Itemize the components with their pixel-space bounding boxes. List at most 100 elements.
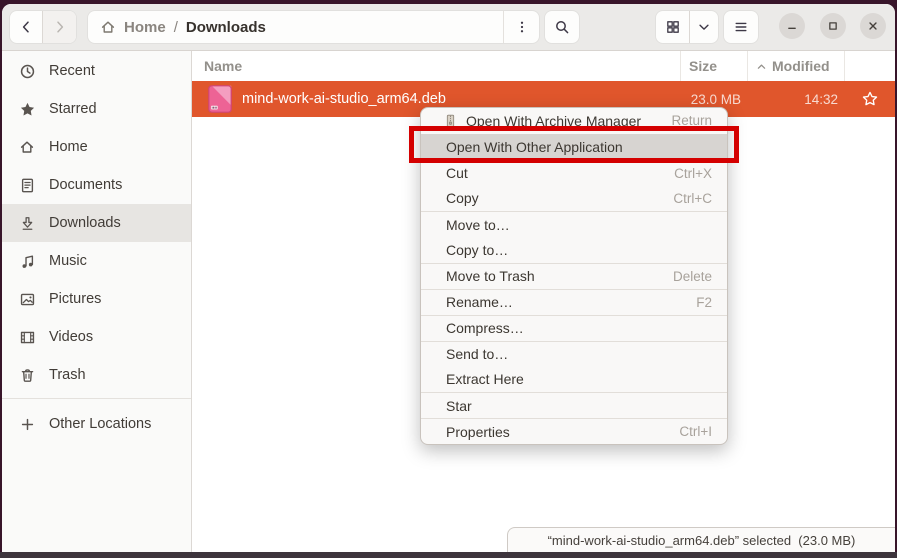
menu-item-label: Open With Archive Manager bbox=[466, 113, 647, 129]
sidebar-item-documents[interactable]: Documents bbox=[2, 166, 191, 204]
menu-item-label: Properties bbox=[446, 424, 655, 440]
menu-item-send-to[interactable]: Send to… bbox=[421, 341, 727, 367]
view-toggle-group bbox=[656, 11, 718, 43]
header-bar: Home / Downloads bbox=[2, 4, 895, 51]
menu-item-shortcut: Ctrl+I bbox=[679, 424, 712, 439]
search-button[interactable] bbox=[545, 11, 579, 43]
menu-item-properties[interactable]: Properties Ctrl+I bbox=[421, 418, 727, 444]
trash-icon bbox=[19, 367, 36, 384]
chevron-up-icon bbox=[756, 61, 767, 72]
chevron-right-icon bbox=[52, 19, 68, 35]
breadcrumb-root[interactable]: Home bbox=[124, 19, 166, 36]
menu-item-label: Copy bbox=[446, 190, 649, 206]
star-icon bbox=[19, 101, 36, 118]
menu-item-shortcut: Ctrl+C bbox=[673, 191, 712, 206]
column-header-name[interactable]: Name bbox=[192, 51, 681, 81]
sidebar-item-label: Music bbox=[49, 253, 87, 269]
sidebar-item-starred[interactable]: Starred bbox=[2, 90, 191, 128]
menu-item-shortcut: Return bbox=[671, 113, 712, 128]
menu-item-label: Move to… bbox=[446, 217, 712, 233]
path-options-button[interactable] bbox=[503, 11, 539, 43]
menu-item-shortcut: F2 bbox=[696, 295, 712, 310]
sidebar-item-videos[interactable]: Videos bbox=[2, 318, 191, 356]
close-button[interactable] bbox=[860, 13, 886, 39]
document-icon bbox=[19, 177, 36, 194]
sidebar-divider bbox=[2, 398, 191, 399]
view-options-button[interactable] bbox=[690, 11, 718, 43]
sidebar-item-label: Home bbox=[49, 139, 88, 155]
file-modified: 14:32 bbox=[748, 81, 845, 117]
desktop-background: Home / Downloads bbox=[0, 0, 897, 558]
grid-view-icon bbox=[665, 19, 681, 35]
grid-view-button[interactable] bbox=[656, 11, 690, 43]
menu-item-label: Cut bbox=[446, 165, 650, 181]
column-header-label: Size bbox=[689, 58, 717, 74]
menu-item-compress[interactable]: Compress… bbox=[421, 315, 727, 341]
menu-item-shortcut: Delete bbox=[673, 269, 712, 284]
menu-item-label: Copy to… bbox=[446, 242, 712, 258]
desktop-background-strip bbox=[0, 552, 897, 558]
menu-item-label: Send to… bbox=[446, 346, 712, 362]
close-icon bbox=[866, 19, 880, 33]
maximize-icon bbox=[826, 19, 840, 33]
forward-button[interactable] bbox=[43, 11, 76, 43]
sidebar-item-label: Recent bbox=[49, 63, 95, 79]
sidebar-item-home[interactable]: Home bbox=[2, 128, 191, 166]
sidebar-item-label: Pictures bbox=[49, 291, 101, 307]
menu-item-rename[interactable]: Rename… F2 bbox=[421, 289, 727, 315]
home-icon bbox=[19, 139, 36, 156]
plus-icon bbox=[19, 416, 36, 433]
back-button[interactable] bbox=[10, 11, 43, 43]
menu-item-star[interactable]: Star bbox=[421, 392, 727, 418]
sidebar-item-trash[interactable]: Trash bbox=[2, 356, 191, 394]
chevron-down-icon bbox=[697, 20, 711, 34]
menu-item-label: Star bbox=[446, 398, 712, 414]
file-star-toggle[interactable] bbox=[845, 81, 895, 117]
list-header: Name Size Modified bbox=[192, 51, 895, 81]
main-menu-button[interactable] bbox=[724, 11, 758, 43]
search-icon bbox=[554, 19, 570, 35]
menu-item-label: Compress… bbox=[446, 320, 712, 336]
column-header-label: Modified bbox=[772, 58, 830, 74]
minimize-icon bbox=[785, 19, 799, 33]
column-header-size[interactable]: Size bbox=[681, 51, 748, 81]
menu-item-move-to[interactable]: Move to… bbox=[421, 211, 727, 237]
column-header-modified[interactable]: Modified bbox=[748, 51, 845, 81]
menu-item-extract-here[interactable]: Extract Here bbox=[421, 366, 727, 392]
maximize-button[interactable] bbox=[820, 13, 846, 39]
path-bar[interactable]: Home / Downloads bbox=[88, 11, 539, 43]
sidebar-item-downloads[interactable]: Downloads bbox=[2, 204, 191, 242]
kebab-icon bbox=[515, 19, 529, 35]
navigation-buttons bbox=[10, 11, 76, 43]
sidebar-item-recent[interactable]: Recent bbox=[2, 52, 191, 90]
sidebar-item-pictures[interactable]: Pictures bbox=[2, 280, 191, 318]
status-bar: “mind-work-ai-studio_arm64.deb” selected… bbox=[507, 527, 895, 552]
file-name: mind-work-ai-studio_arm64.deb bbox=[242, 91, 446, 107]
menu-item-label: Extract Here bbox=[446, 371, 712, 387]
chevron-left-icon bbox=[18, 19, 34, 35]
clock-icon bbox=[19, 63, 36, 80]
sidebar-item-label: Downloads bbox=[49, 215, 121, 231]
menu-item-copy-to[interactable]: Copy to… bbox=[421, 237, 727, 263]
minimize-button[interactable] bbox=[779, 13, 805, 39]
menu-item-label: Rename… bbox=[446, 294, 672, 310]
archive-icon bbox=[443, 113, 458, 129]
sidebar-item-music[interactable]: Music bbox=[2, 242, 191, 280]
menu-item-open-with-archive-manager[interactable]: Open With Archive Manager Return bbox=[421, 108, 727, 134]
menu-item-cut[interactable]: Cut Ctrl+X bbox=[421, 160, 727, 186]
sidebar-item-other-locations[interactable]: Other Locations bbox=[2, 405, 191, 443]
sidebar: Recent Starred Home Documents Downloads Music… bbox=[2, 51, 192, 552]
menu-item-open-with-other-application[interactable]: Open With Other Application bbox=[421, 134, 727, 160]
menu-item-move-to-trash[interactable]: Move to TrashDelete bbox=[421, 263, 727, 289]
menu-item-copy[interactable]: Copy Ctrl+C bbox=[421, 186, 727, 212]
context-menu: Open With Archive ManagerReturnOpen With… bbox=[420, 107, 728, 445]
home-icon bbox=[100, 19, 116, 35]
sidebar-item-label: Other Locations bbox=[49, 416, 151, 432]
nautilus-window: Home / Downloads bbox=[2, 4, 895, 552]
sidebar-places-list: Recent Starred Home Documents Downloads Music… bbox=[2, 52, 191, 394]
breadcrumb-separator: / bbox=[174, 19, 178, 36]
menu-item-shortcut: Ctrl+X bbox=[674, 166, 712, 181]
image-icon bbox=[19, 291, 36, 308]
breadcrumb-current[interactable]: Downloads bbox=[186, 19, 266, 36]
menu-item-label: Open With Other Application bbox=[446, 139, 712, 155]
